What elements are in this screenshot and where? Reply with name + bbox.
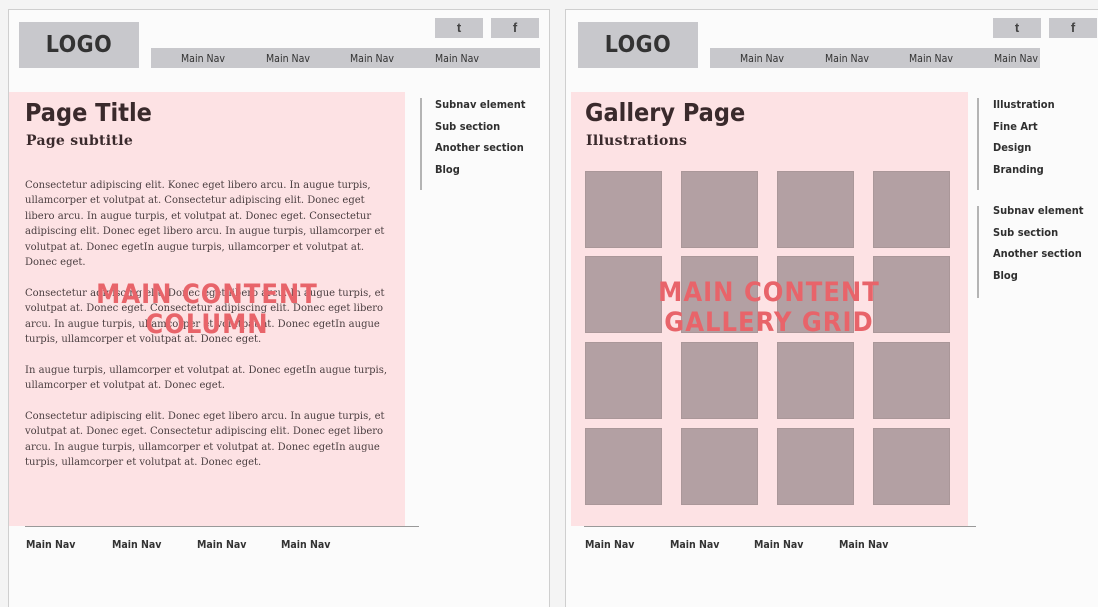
footer-nav-item[interactable]: Main Nav — [26, 539, 75, 551]
footer-nav-item[interactable]: Main Nav — [112, 539, 161, 551]
body-paragraph: Consectetur adipiscing elit. Donec eget … — [25, 411, 385, 469]
gallery-thumbnail[interactable] — [585, 428, 662, 505]
main-nav-item[interactable]: Main Nav — [350, 48, 394, 68]
main-nav-item[interactable]: Main Nav — [909, 48, 953, 68]
overlay-line: MAIN CONTENT — [96, 279, 318, 310]
twitter-icon[interactable]: t — [435, 18, 483, 38]
main-nav-item[interactable]: Main Nav — [181, 48, 225, 68]
overlay-line: MAIN CONTENT — [658, 277, 880, 308]
gallery-thumbnail[interactable] — [681, 428, 758, 505]
facebook-icon[interactable]: f — [491, 18, 539, 38]
wireframe-text-page: LOGO t f Main Nav Main Nav Main Nav Main… — [8, 9, 550, 607]
logo[interactable]: LOGO — [578, 22, 698, 68]
gallery-thumbnail[interactable] — [873, 171, 950, 248]
main-nav-item[interactable]: Main Nav — [994, 48, 1038, 68]
subnav-item[interactable]: Sub section — [435, 120, 500, 133]
subnav-item[interactable]: Blog — [435, 163, 460, 176]
main-nav-item[interactable]: Main Nav — [825, 48, 869, 68]
footer-nav-item[interactable]: Main Nav — [839, 539, 888, 551]
overlay-line: COLUMN — [145, 309, 269, 340]
main-content-overlay-label: MAIN CONTENT COLUMN — [77, 280, 337, 340]
gallery-thumbnail[interactable] — [777, 428, 854, 505]
main-content-column: Page Title Page subtitle Consectetur adi… — [9, 92, 405, 526]
wireframe-gallery-page: LOGO t f Main Nav Main Nav Main Nav Main… — [565, 9, 1098, 607]
main-nav-bar: Main Nav Main Nav Main Nav Main Nav — [151, 48, 540, 68]
category-item[interactable]: Fine Art — [993, 120, 1038, 133]
main-content-gallery: Gallery Page Illustrations MAIN CONTENT … — [571, 92, 968, 526]
subnav-item[interactable]: Another section — [993, 247, 1082, 260]
subnav-divider — [977, 206, 979, 298]
gallery-thumbnail[interactable] — [777, 342, 854, 419]
gallery-thumbnail[interactable] — [873, 428, 950, 505]
gallery-thumbnail[interactable] — [585, 171, 662, 248]
gallery-thumbnail[interactable] — [681, 171, 758, 248]
page-subtitle: Page subtitle — [26, 133, 134, 149]
category-item[interactable]: Design — [993, 141, 1031, 154]
subnav-item[interactable]: Subnav element — [993, 204, 1084, 217]
main-nav-item[interactable]: Main Nav — [740, 48, 784, 68]
subnav-item[interactable]: Another section — [435, 141, 524, 154]
gallery-thumbnail[interactable] — [585, 342, 662, 419]
gallery-thumbnail[interactable] — [777, 171, 854, 248]
subnav-item[interactable]: Sub section — [993, 226, 1058, 239]
subnav-item[interactable]: Subnav element — [435, 98, 526, 111]
gallery-thumbnail[interactable] — [873, 342, 950, 419]
category-item[interactable]: Illustration — [993, 98, 1055, 111]
facebook-icon[interactable]: f — [1049, 18, 1097, 38]
footer-nav-item[interactable]: Main Nav — [670, 539, 719, 551]
footer-nav-item[interactable]: Main Nav — [585, 539, 634, 551]
main-nav-bar: Main Nav Main Nav Main Nav — [710, 48, 1040, 68]
main-content-overlay-label: MAIN CONTENT GALLERY GRID — [619, 278, 919, 338]
body-paragraph: Consectetur adipiscing elit. Konec eget … — [25, 180, 385, 269]
footer-nav-item[interactable]: Main Nav — [754, 539, 803, 551]
subnav-divider — [420, 98, 422, 190]
footer-divider — [25, 526, 419, 527]
page-subtitle: Illustrations — [586, 133, 688, 149]
page-title: Page Title — [25, 98, 152, 127]
footer-nav-item[interactable]: Main Nav — [197, 539, 246, 551]
page-title: Gallery Page — [585, 98, 746, 127]
body-paragraph: In augue turpis, ullamcorper et volutpat… — [25, 365, 388, 392]
logo[interactable]: LOGO — [19, 22, 139, 68]
gallery-thumbnail[interactable] — [681, 342, 758, 419]
footer-nav-item[interactable]: Main Nav — [281, 539, 330, 551]
twitter-icon[interactable]: t — [993, 18, 1041, 38]
main-nav-item[interactable]: Main Nav — [435, 48, 479, 68]
category-divider — [977, 98, 979, 190]
main-nav-item[interactable]: Main Nav — [266, 48, 310, 68]
footer-divider — [584, 526, 976, 527]
category-item[interactable]: Branding — [993, 163, 1044, 176]
overlay-line: GALLERY GRID — [664, 307, 874, 338]
subnav-item[interactable]: Blog — [993, 269, 1018, 282]
